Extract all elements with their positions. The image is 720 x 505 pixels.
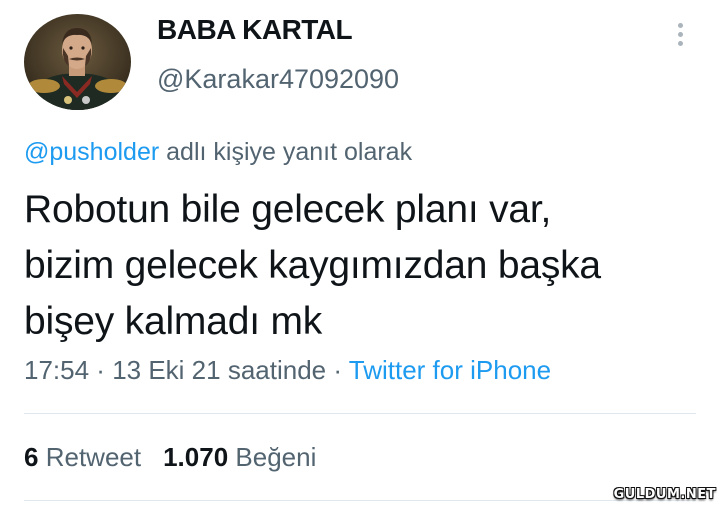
likes-stat[interactable]: 1.070 Beğeni xyxy=(163,442,316,472)
tweet-text-line: bizim gelecek kaygımızdan başka xyxy=(24,244,601,287)
reply-context: @pusholder adlı kişiye yanıt olarak xyxy=(24,138,412,167)
tweet-text: Robotun bile gelecek planı var, bizim ge… xyxy=(24,182,704,350)
more-vertical-icon[interactable] xyxy=(666,18,694,50)
avatar[interactable] xyxy=(24,14,131,110)
user-handle[interactable]: @Karakar47092090 xyxy=(157,64,399,95)
tweet-text-line: bişey kalmadı mk xyxy=(24,300,323,343)
retweets-stat[interactable]: 6 Retweet xyxy=(24,442,141,472)
divider xyxy=(24,500,696,501)
dot xyxy=(677,40,683,46)
tweet-stats: 6 Retweet 1.070 Beğeni xyxy=(24,442,316,473)
display-name[interactable]: BABA KARTAL xyxy=(157,14,353,46)
tweet-source-link[interactable]: Twitter for iPhone xyxy=(349,355,551,385)
tweet-text-line: Robotun bile gelecek planı var, xyxy=(24,188,552,231)
meta-separator: · xyxy=(89,355,113,385)
tweet-date-link[interactable]: 13 Eki 21 saatinde xyxy=(112,355,326,385)
likes-count: 1.070 xyxy=(163,442,229,472)
watermark-logo: GULDUM.NET xyxy=(613,487,716,502)
tweet-meta: 17:54 · 13 Eki 21 saatinde · Twitter for… xyxy=(24,355,551,386)
divider xyxy=(24,413,696,414)
dot xyxy=(677,31,683,37)
retweets-label: Retweet xyxy=(45,442,142,472)
likes-label: Beğeni xyxy=(235,442,317,472)
retweets-count: 6 xyxy=(24,442,39,472)
meta-separator: · xyxy=(326,355,349,385)
tweet-time-link[interactable]: 17:54 xyxy=(24,355,89,385)
reply-mention-link[interactable]: @pusholder xyxy=(24,138,159,166)
reply-context-label: adlı kişiye yanıt olarak xyxy=(159,138,413,166)
dot xyxy=(677,22,683,28)
portrait-avatar-image xyxy=(24,14,131,110)
